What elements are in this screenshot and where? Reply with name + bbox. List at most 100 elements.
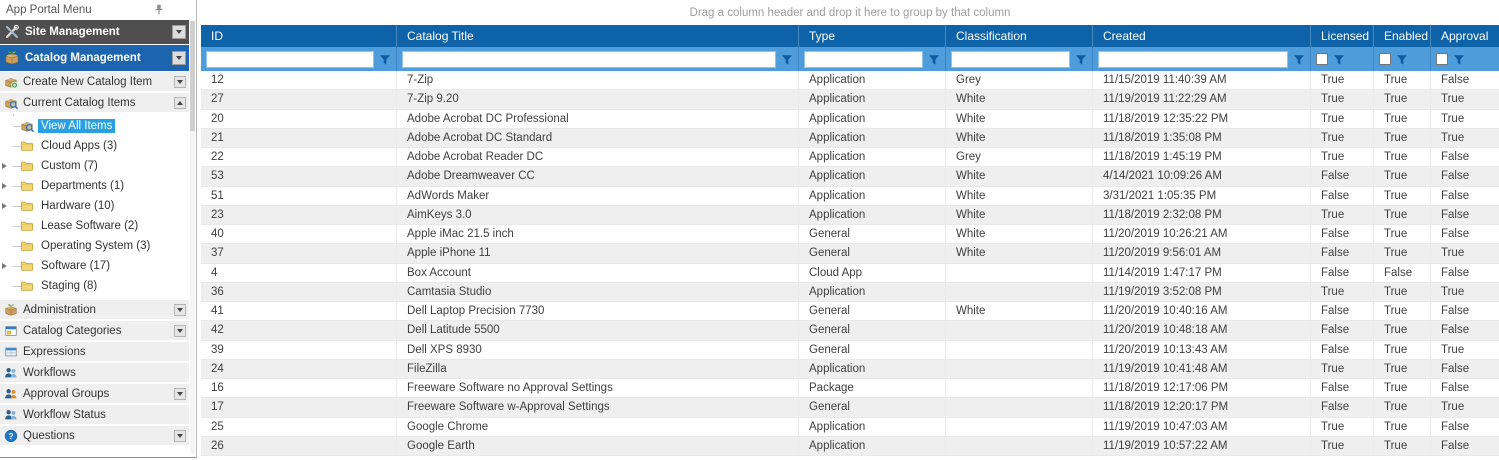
tree-item-view-all-items[interactable]: View All Items [0,116,189,136]
cell-classification: White [946,110,1093,129]
filter-input-type[interactable] [804,51,923,68]
table-row[interactable]: 4Box AccountCloud App11/14/2019 1:47:17 … [201,264,1499,283]
table-row[interactable]: 22Adobe Acrobat Reader DCApplicationGrey… [201,148,1499,167]
tree-item-staging-8[interactable]: Staging (8) [0,276,189,296]
tree-item-departments-1[interactable]: Departments (1) [0,176,189,196]
filter-input-catalog_title[interactable] [402,51,776,68]
tree-item-custom-7[interactable]: Custom (7) [0,156,189,176]
chevron-down-icon[interactable] [172,25,186,39]
table-row[interactable]: 25Google ChromeApplication11/19/2019 10:… [201,418,1499,437]
filter-funnel-icon[interactable] [1396,53,1408,65]
sidebar-item-create-new-catalog-item[interactable]: Create New Catalog Item [0,72,189,93]
cell-enabled: True [1374,187,1431,206]
table-row[interactable]: 40Apple iMac 21.5 inchGeneralWhite11/20/… [201,225,1499,244]
filter-checkbox-licensed[interactable] [1316,53,1328,65]
column-header-classification[interactable]: Classification [946,25,1093,47]
filter-funnel-icon[interactable] [379,53,391,65]
sidebar-item-label: Workflows [23,367,186,379]
column-header-type[interactable]: Type [799,25,946,47]
folder-icon [20,199,34,213]
cell-catalog_title: Adobe Acrobat Reader DC [397,148,799,167]
table-row[interactable]: 39Dell XPS 8930General11/20/2019 10:13:4… [201,341,1499,360]
table-row[interactable]: 53Adobe Dreamweaver CCApplicationWhite4/… [201,167,1499,186]
table-row[interactable]: 23AimKeys 3.0ApplicationWhite11/18/2019 … [201,206,1499,225]
cell-licensed: True [1311,90,1374,109]
table-row[interactable]: 16Freeware Software no Approval Settings… [201,379,1499,398]
folder-icon [20,179,34,193]
sidebar-section-catalog-management[interactable]: Catalog Management [0,45,189,71]
sidebar-item-current-catalog-items[interactable]: Current Catalog Items [0,93,189,114]
table-row[interactable]: 42Dell Latitude 5500General11/20/2019 10… [201,321,1499,340]
cell-classification [946,418,1093,437]
filter-funnel-icon[interactable] [1333,53,1345,65]
sidebar-item-expressions[interactable]: Expressions [0,342,189,363]
svg-text:?: ? [8,430,13,440]
filter-input-classification[interactable] [951,51,1070,68]
filter-funnel-icon[interactable] [928,53,940,65]
table-row[interactable]: 26Google EarthApplication11/19/2019 10:5… [201,437,1499,456]
sidebar-item-workflows[interactable]: Workflows [0,363,189,384]
sidebar-item-workflow-status[interactable]: Workflow Status [0,405,189,426]
table-row[interactable]: 36Camtasia StudioApplication11/19/2019 3… [201,283,1499,302]
column-header-created[interactable]: Created [1093,25,1311,47]
group-by-panel[interactable]: Drag a column header and drop it here to… [201,0,1499,25]
expand-icon[interactable] [2,203,7,209]
cell-created: 11/18/2019 12:20:17 PM [1093,398,1311,417]
sidebar-item-questions[interactable]: ?Questions [0,426,189,447]
filter-funnel-icon[interactable] [1453,53,1465,65]
column-header-approval[interactable]: Approval [1431,25,1499,47]
sidebar-item-catalog-categories[interactable]: Catalog Categories [0,321,189,342]
filter-funnel-icon[interactable] [1293,53,1305,65]
chevron-up-icon[interactable] [174,97,186,109]
filter-input-created[interactable] [1098,51,1288,68]
cell-type: General [799,321,946,340]
table-row[interactable]: 17Freeware Software w-Approval SettingsG… [201,398,1499,417]
column-header-enabled[interactable]: Enabled [1374,25,1431,47]
cell-id: 40 [201,225,397,244]
cell-type: Application [799,418,946,437]
table-row[interactable]: 41Dell Laptop Precision 7730GeneralWhite… [201,302,1499,321]
filter-checkbox-approval[interactable] [1436,53,1448,65]
expand-icon[interactable] [2,163,7,169]
sidebar-item-administration[interactable]: Administration [0,300,189,321]
column-header-licensed[interactable]: Licensed [1311,25,1374,47]
scrollbar-thumb[interactable] [190,21,195,131]
expand-icon[interactable] [2,183,7,189]
tree-item-lease-software-2[interactable]: Lease Software (2) [0,216,189,236]
filter-checkbox-enabled[interactable] [1379,53,1391,65]
table-row[interactable]: 51AdWords MakerApplicationWhite3/31/2021… [201,187,1499,206]
chevron-down-icon[interactable] [172,51,186,65]
tree-item-label: Staging (8) [38,279,100,293]
chevron-down-icon[interactable] [174,430,186,442]
tree-item-software-17[interactable]: Software (17) [0,256,189,276]
expand-icon[interactable] [2,263,7,269]
chevron-down-icon[interactable] [174,304,186,316]
filter-funnel-icon[interactable] [1075,53,1087,65]
filter-input-id[interactable] [206,51,374,68]
cell-created: 3/31/2021 1:05:35 PM [1093,187,1311,206]
chevron-down-icon[interactable] [174,76,186,88]
sidebar-item-approval-groups[interactable]: Approval Groups [0,384,189,405]
pin-icon[interactable] [152,3,166,17]
column-header-id[interactable]: ID [201,25,397,47]
sidebar-scrollbar[interactable] [190,21,195,454]
table-row[interactable]: 37Apple iPhone 11GeneralWhite11/20/2019 … [201,244,1499,263]
chevron-down-icon[interactable] [174,325,186,337]
folder-icon [20,219,34,233]
table-row[interactable]: 127-ZipApplicationGrey11/15/2019 11:40:3… [201,71,1499,90]
tree-item-hardware-10[interactable]: Hardware (10) [0,196,189,216]
filter-funnel-icon[interactable] [781,53,793,65]
cell-approval: False [1431,418,1499,437]
cell-approval: True [1431,341,1499,360]
table-row[interactable]: 24FileZillaApplication11/19/2019 10:41:4… [201,360,1499,379]
table-row[interactable]: 20Adobe Acrobat DC ProfessionalApplicati… [201,110,1499,129]
column-header-catalog_title[interactable]: Catalog Title [397,25,799,47]
sidebar-bottom-items: AdministrationCatalog CategoriesExpressi… [0,300,189,447]
tree-item-operating-system-3[interactable]: Operating System (3) [0,236,189,256]
chevron-down-icon[interactable] [174,388,186,400]
tree-item-cloud-apps-3[interactable]: Cloud Apps (3) [0,136,189,156]
cell-catalog_title: Apple iPhone 11 [397,244,799,263]
sidebar-section-site-management[interactable]: Site Management [0,20,189,44]
table-row[interactable]: 21Adobe Acrobat DC StandardApplicationWh… [201,129,1499,148]
table-row[interactable]: 277-Zip 9.20ApplicationWhite11/19/2019 1… [201,90,1499,109]
